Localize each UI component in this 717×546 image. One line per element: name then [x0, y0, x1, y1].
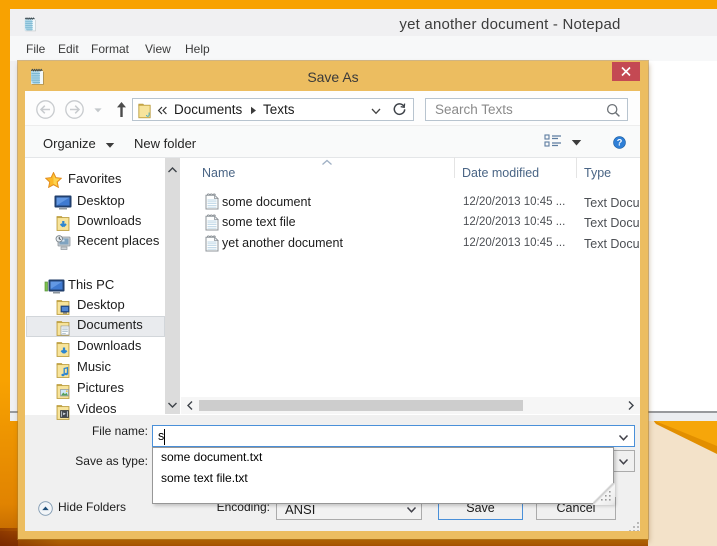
svg-text:?: ? [617, 138, 623, 148]
